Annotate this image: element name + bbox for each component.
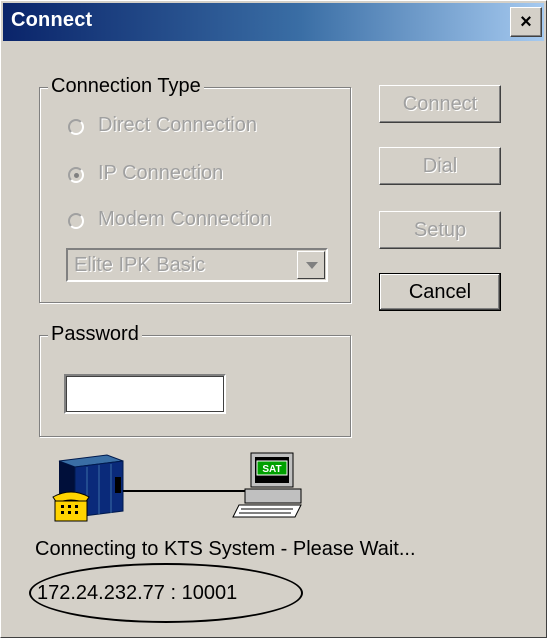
password-input[interactable]: [64, 374, 226, 414]
telephone-icon: [52, 491, 90, 522]
connect-button[interactable]: Connect: [379, 85, 501, 123]
password-label: Password: [48, 322, 142, 346]
radio-label: IP Connection: [98, 162, 224, 184]
chevron-down-icon[interactable]: [297, 251, 325, 279]
system-type-dropdown[interactable]: Elite IPK Basic: [66, 248, 328, 282]
radio-button-icon[interactable]: [68, 213, 84, 229]
status-message: Connecting to KTS System - Please Wait..…: [35, 538, 416, 560]
connection-type-label: Connection Type: [48, 74, 204, 98]
connect-dialog: Connect × Connection Type Direct Connect…: [0, 0, 547, 638]
radio-label: Direct Connection: [98, 114, 257, 136]
radio-label: Modem Connection: [98, 208, 272, 230]
connection-illustration: SAT: [52, 452, 302, 522]
cancel-button[interactable]: Cancel: [379, 273, 501, 311]
close-button[interactable]: ×: [510, 7, 542, 37]
computer-icon: SAT: [232, 452, 302, 518]
title-bar[interactable]: Connect ×: [3, 3, 544, 41]
close-icon: ×: [520, 11, 532, 33]
dial-button[interactable]: Dial: [379, 147, 501, 185]
radio-button-checked-icon[interactable]: [68, 167, 84, 183]
highlight-ellipse: [29, 563, 303, 623]
sat-badge: SAT: [262, 464, 281, 475]
system-type-value: Elite IPK Basic: [74, 254, 206, 276]
password-group: Password: [39, 322, 351, 437]
radio-button-icon[interactable]: [68, 119, 84, 135]
connection-type-group: Connection Type Direct Connection IP Con…: [39, 74, 351, 303]
window-title: Connect: [11, 9, 93, 31]
setup-button[interactable]: Setup: [379, 211, 501, 249]
